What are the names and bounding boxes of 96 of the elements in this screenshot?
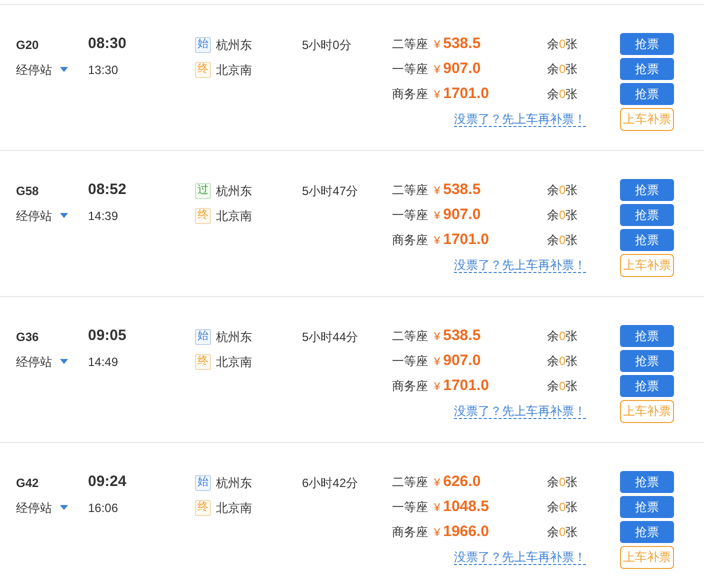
train-number: G58: [16, 182, 39, 200]
stops-toggle[interactable]: 经停站: [16, 57, 88, 82]
seat-price: ¥ 538.5: [434, 34, 482, 54]
board-first-link[interactable]: 没票了？先上车再补票！: [454, 258, 586, 273]
grab-ticket-button[interactable]: 抢票: [620, 325, 674, 348]
caret-icon: [60, 359, 68, 364]
duration: 6小时42分: [302, 474, 358, 492]
departure-time: 08:52: [88, 180, 126, 200]
seat-class: 商务座: [392, 232, 429, 249]
seat-price: ¥ 1048.5: [434, 496, 490, 517]
remaining-tickets: 余0张: [547, 378, 579, 395]
station-badge: 终: [195, 62, 211, 78]
duration: 5小时0分: [302, 36, 352, 54]
board-first-link[interactable]: 没票了？先上车再补票！: [454, 112, 586, 127]
remaining-tickets: 余0张: [547, 499, 579, 516]
caret-icon: [60, 505, 68, 510]
seat-class: 一等座: [392, 207, 429, 224]
stops-toggle[interactable]: 经停站: [16, 203, 88, 228]
station-badge: 始: [195, 328, 211, 344]
grab-ticket-button[interactable]: 抢票: [620, 82, 674, 105]
stops-toggle[interactable]: 经停站: [16, 495, 88, 520]
seat-price: ¥ 538.5: [434, 326, 482, 346]
station-badge: 终: [195, 500, 211, 516]
seat-price: ¥ 626.0: [434, 472, 482, 492]
seat-price: ¥ 1966.0: [434, 522, 490, 542]
caret-icon: [60, 213, 68, 218]
train-number: G36: [16, 328, 39, 346]
seat-class: 商务座: [392, 378, 429, 395]
board-first-link[interactable]: 没票了？先上车再补票！: [454, 550, 586, 565]
seat-class: 二等座: [392, 328, 429, 346]
remaining-tickets: 余0张: [547, 328, 579, 346]
station-name: 杭州东: [216, 182, 252, 200]
seat-price: ¥ 907.0: [434, 350, 482, 371]
board-then-pay-button[interactable]: 上车补票: [620, 400, 674, 423]
departure-time: 09:24: [88, 472, 126, 492]
caret-icon: [60, 67, 68, 72]
seat-price: ¥ 1701.0: [434, 84, 490, 104]
seat-price: ¥ 907.0: [434, 204, 482, 225]
station-name: 杭州东: [216, 328, 252, 346]
train-number: G42: [16, 474, 39, 492]
seat-price: ¥ 907.0: [434, 58, 482, 79]
arrival-time: 14:49: [88, 354, 118, 370]
station-name: 北京南: [216, 500, 252, 516]
seat-class: 二等座: [392, 36, 429, 54]
seat-price: ¥ 1701.0: [434, 376, 490, 396]
train-number: G20: [16, 36, 39, 54]
station-name: 北京南: [216, 354, 252, 370]
remaining-tickets: 余0张: [547, 182, 579, 200]
station-badge: 终: [195, 208, 211, 224]
seat-class: 二等座: [392, 474, 429, 492]
seat-class: 一等座: [392, 353, 429, 370]
seat-price: ¥ 538.5: [434, 180, 482, 200]
station-badge: 始: [195, 474, 211, 490]
board-then-pay-button[interactable]: 上车补票: [620, 546, 674, 569]
grab-ticket-button[interactable]: 抢票: [620, 33, 674, 56]
seat-class: 一等座: [392, 61, 429, 78]
grab-ticket-button[interactable]: 抢票: [620, 350, 674, 372]
grab-ticket-button[interactable]: 抢票: [620, 520, 674, 543]
station-name: 北京南: [216, 62, 252, 78]
station-name: 杭州东: [216, 36, 252, 54]
remaining-tickets: 余0张: [547, 474, 579, 492]
station-badge: 始: [195, 36, 211, 52]
seat-class: 二等座: [392, 182, 429, 200]
seat-price: ¥ 1701.0: [434, 230, 490, 250]
remaining-tickets: 余0张: [547, 353, 579, 370]
remaining-tickets: 余0张: [547, 36, 579, 54]
grab-ticket-button[interactable]: 抢票: [620, 228, 674, 251]
duration: 5小时44分: [302, 328, 358, 346]
board-first-link[interactable]: 没票了？先上车再补票！: [454, 404, 586, 419]
arrival-time: 14:39: [88, 208, 118, 224]
station-name: 杭州东: [216, 474, 252, 492]
board-then-pay-button[interactable]: 上车补票: [620, 254, 674, 277]
grab-ticket-button[interactable]: 抢票: [620, 204, 674, 226]
grab-ticket-button[interactable]: 抢票: [620, 374, 674, 397]
seat-class: 商务座: [392, 86, 429, 103]
remaining-tickets: 余0张: [547, 86, 579, 103]
remaining-tickets: 余0张: [547, 207, 579, 224]
departure-time: 08:30: [88, 34, 126, 54]
remaining-tickets: 余0张: [547, 232, 579, 249]
board-then-pay-button[interactable]: 上车补票: [620, 108, 674, 131]
arrival-time: 16:06: [88, 500, 118, 516]
arrival-time: 13:30: [88, 62, 118, 78]
station-badge: 终: [195, 354, 211, 370]
grab-ticket-button[interactable]: 抢票: [620, 179, 674, 202]
station-name: 北京南: [216, 208, 252, 224]
departure-time: 09:05: [88, 326, 126, 346]
stops-toggle[interactable]: 经停站: [16, 349, 88, 374]
duration: 5小时47分: [302, 182, 358, 200]
remaining-tickets: 余0张: [547, 61, 579, 78]
remaining-tickets: 余0张: [547, 524, 579, 541]
grab-ticket-button[interactable]: 抢票: [620, 471, 674, 494]
seat-class: 商务座: [392, 524, 429, 541]
grab-ticket-button[interactable]: 抢票: [620, 58, 674, 80]
grab-ticket-button[interactable]: 抢票: [620, 496, 674, 518]
station-badge: 过: [195, 182, 211, 198]
seat-class: 一等座: [392, 499, 429, 516]
